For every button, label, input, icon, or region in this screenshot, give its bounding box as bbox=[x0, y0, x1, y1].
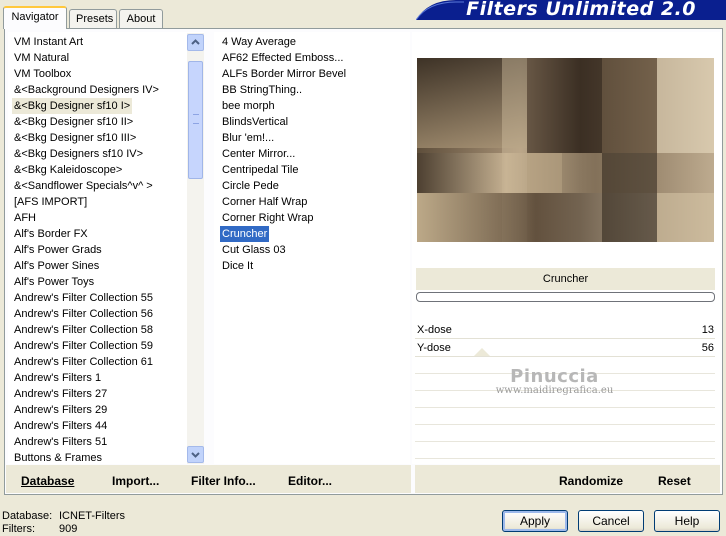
category-item[interactable]: [AFS IMPORT] bbox=[12, 194, 89, 210]
reset-button[interactable]: Reset bbox=[658, 474, 691, 488]
watermark-url: www.maidiregrafica.eu bbox=[495, 385, 614, 396]
param-label: X-dose bbox=[417, 324, 452, 336]
filter-info-button[interactable]: Filter Info... bbox=[191, 474, 256, 488]
filter-item[interactable]: Blur 'em!... bbox=[220, 130, 276, 146]
filter-item[interactable]: Corner Half Wrap bbox=[220, 194, 309, 210]
category-item[interactable]: &<Sandflower Specials^v^ > bbox=[12, 178, 155, 194]
filter-item[interactable]: 4 Way Average bbox=[220, 34, 298, 50]
slider-marker[interactable] bbox=[474, 348, 490, 356]
app-title-banner: Filters Unlimited 2.0 bbox=[416, 0, 726, 20]
chevron-up-icon bbox=[191, 39, 200, 45]
category-item[interactable]: Andrew's Filter Collection 58 bbox=[12, 322, 155, 338]
category-item[interactable]: Alf's Power Toys bbox=[12, 274, 96, 290]
filter-item[interactable]: AF62 Effected Emboss... bbox=[220, 50, 345, 66]
param-empty-row bbox=[415, 409, 715, 425]
category-scrollbar[interactable] bbox=[187, 33, 204, 464]
filter-item[interactable]: Corner Right Wrap bbox=[220, 210, 316, 226]
filter-list[interactable]: 4 Way Average AF62 Effected Emboss... ALFs… bbox=[214, 32, 410, 464]
status-filters-label: Filters: bbox=[2, 523, 35, 535]
category-item[interactable]: Andrew's Filters 29 bbox=[12, 402, 109, 418]
import-button[interactable]: Import... bbox=[112, 474, 159, 488]
category-item[interactable]: &<Bkg Designer sf10 III> bbox=[12, 130, 138, 146]
param-empty-row bbox=[415, 443, 715, 459]
scroll-down-button[interactable] bbox=[187, 446, 204, 463]
status-database: Database: ICNET-Filters bbox=[2, 510, 125, 523]
category-item[interactable]: Andrew's Filters 27 bbox=[12, 386, 109, 402]
apply-button[interactable]: Apply bbox=[502, 510, 568, 532]
tab-presets[interactable]: Presets bbox=[69, 9, 117, 28]
filter-item[interactable]: Circle Pede bbox=[220, 178, 281, 194]
category-item[interactable]: Andrew's Filter Collection 55 bbox=[12, 290, 155, 306]
help-button[interactable]: Help bbox=[654, 510, 720, 532]
filter-item[interactable]: Cruncher bbox=[220, 226, 270, 242]
category-item[interactable]: Andrew's Filters 44 bbox=[12, 418, 109, 434]
category-item[interactable]: Andrew's Filters 1 bbox=[12, 370, 103, 386]
current-filter-name: Cruncher bbox=[416, 268, 715, 290]
status-database-label: Database: bbox=[2, 510, 53, 522]
filter-item[interactable]: ALFs Border Mirror Bevel bbox=[220, 66, 348, 82]
preview-image bbox=[417, 58, 714, 242]
category-item[interactable]: Alf's Border FX bbox=[12, 226, 90, 242]
param-y-dose[interactable]: Y-dose 56 bbox=[415, 340, 715, 357]
category-item[interactable]: Alf's Power Grads bbox=[12, 242, 104, 258]
cancel-button[interactable]: Cancel bbox=[578, 510, 644, 532]
category-item[interactable]: &<Bkg Designer sf10 II> bbox=[12, 114, 135, 130]
category-item[interactable]: Buttons & Frames bbox=[12, 450, 104, 464]
progress-bar bbox=[416, 292, 715, 302]
filter-item[interactable]: Cut Glass 03 bbox=[220, 242, 288, 258]
chevron-down-icon bbox=[191, 452, 200, 458]
status-database-value: ICNET-Filters bbox=[59, 510, 125, 522]
category-item[interactable]: Andrew's Filter Collection 59 bbox=[12, 338, 155, 354]
param-label: Y-dose bbox=[417, 342, 451, 354]
param-x-dose[interactable]: X-dose 13 bbox=[415, 322, 715, 339]
watermark: Pinuccia www.maidiregrafica.eu bbox=[487, 366, 622, 396]
category-item[interactable]: VM Instant Art bbox=[12, 34, 85, 50]
filter-item[interactable]: BB StringThing.. bbox=[220, 82, 304, 98]
randomize-button[interactable]: Randomize bbox=[559, 474, 623, 488]
filter-item[interactable]: Centripedal Tile bbox=[220, 162, 300, 178]
tab-about[interactable]: About bbox=[119, 9, 163, 28]
category-item[interactable]: VM Natural bbox=[12, 50, 71, 66]
watermark-name: Pinuccia bbox=[510, 366, 599, 387]
category-list[interactable]: VM Instant Art VM Natural VM Toolbox &<Back… bbox=[8, 32, 204, 464]
category-item[interactable]: Andrew's Filter Collection 56 bbox=[12, 306, 155, 322]
category-item[interactable]: Andrew's Filters 51 bbox=[12, 434, 109, 450]
filter-item[interactable]: Center Mirror... bbox=[220, 146, 297, 162]
category-item[interactable]: Alf's Power Sines bbox=[12, 258, 101, 274]
category-item[interactable]: &<Bkg Kaleidoscope> bbox=[12, 162, 124, 178]
category-item[interactable]: Andrew's Filter Collection 61 bbox=[12, 354, 155, 370]
param-value: 13 bbox=[701, 324, 714, 336]
filter-item[interactable]: Dice It bbox=[220, 258, 255, 274]
database-button[interactable]: Database bbox=[21, 474, 74, 488]
scroll-thumb[interactable] bbox=[188, 61, 203, 179]
status-filters-value: 909 bbox=[59, 523, 78, 535]
app-title: Filters Unlimited 2.0 bbox=[466, 0, 696, 20]
category-item[interactable]: VM Toolbox bbox=[12, 66, 73, 82]
filter-item[interactable]: bee morph bbox=[220, 98, 277, 114]
category-item[interactable]: &<Background Designers IV> bbox=[12, 82, 161, 98]
param-value: 56 bbox=[701, 342, 714, 354]
scroll-up-button[interactable] bbox=[187, 34, 204, 51]
category-item[interactable]: AFH bbox=[12, 210, 38, 226]
category-item[interactable]: &<Bkg Designer sf10 I> bbox=[12, 98, 133, 114]
category-item[interactable]: &<Bkg Designers sf10 IV> bbox=[12, 146, 145, 162]
tab-navigator[interactable]: Navigator bbox=[3, 6, 67, 29]
param-empty-row bbox=[415, 426, 715, 442]
filter-item[interactable]: BlindsVertical bbox=[220, 114, 290, 130]
status-filters: Filters: 909 bbox=[2, 523, 77, 536]
editor-button[interactable]: Editor... bbox=[288, 474, 332, 488]
